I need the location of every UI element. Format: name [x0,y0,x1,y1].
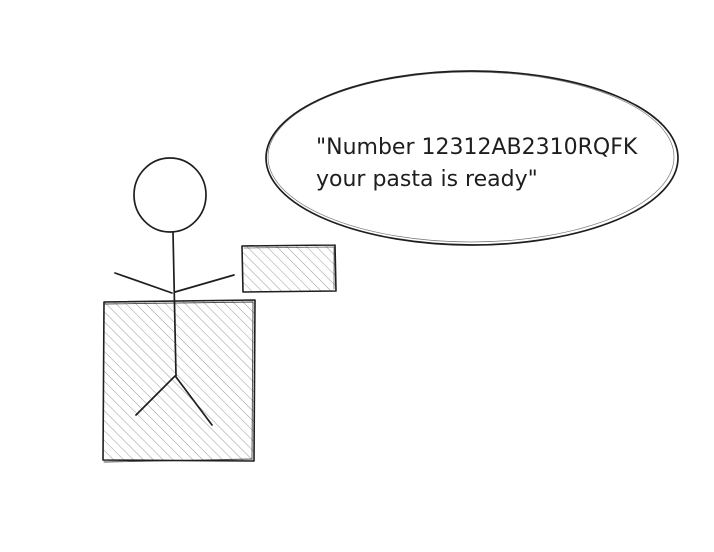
stick-figure-head [133,157,207,233]
stick-figure-left-arm [114,272,173,294]
sketch-canvas: "Number 12312AB2310RQFK your pasta is re… [102,70,679,463]
speech-line-2: your pasta is ready" [316,167,538,192]
speech-bubble: "Number 12312AB2310RQFK your pasta is re… [265,70,679,246]
tray-box [241,244,337,293]
stick-figure-right-arm [174,274,235,293]
speech-line-1: "Number 12312AB2310RQFK [316,135,638,160]
